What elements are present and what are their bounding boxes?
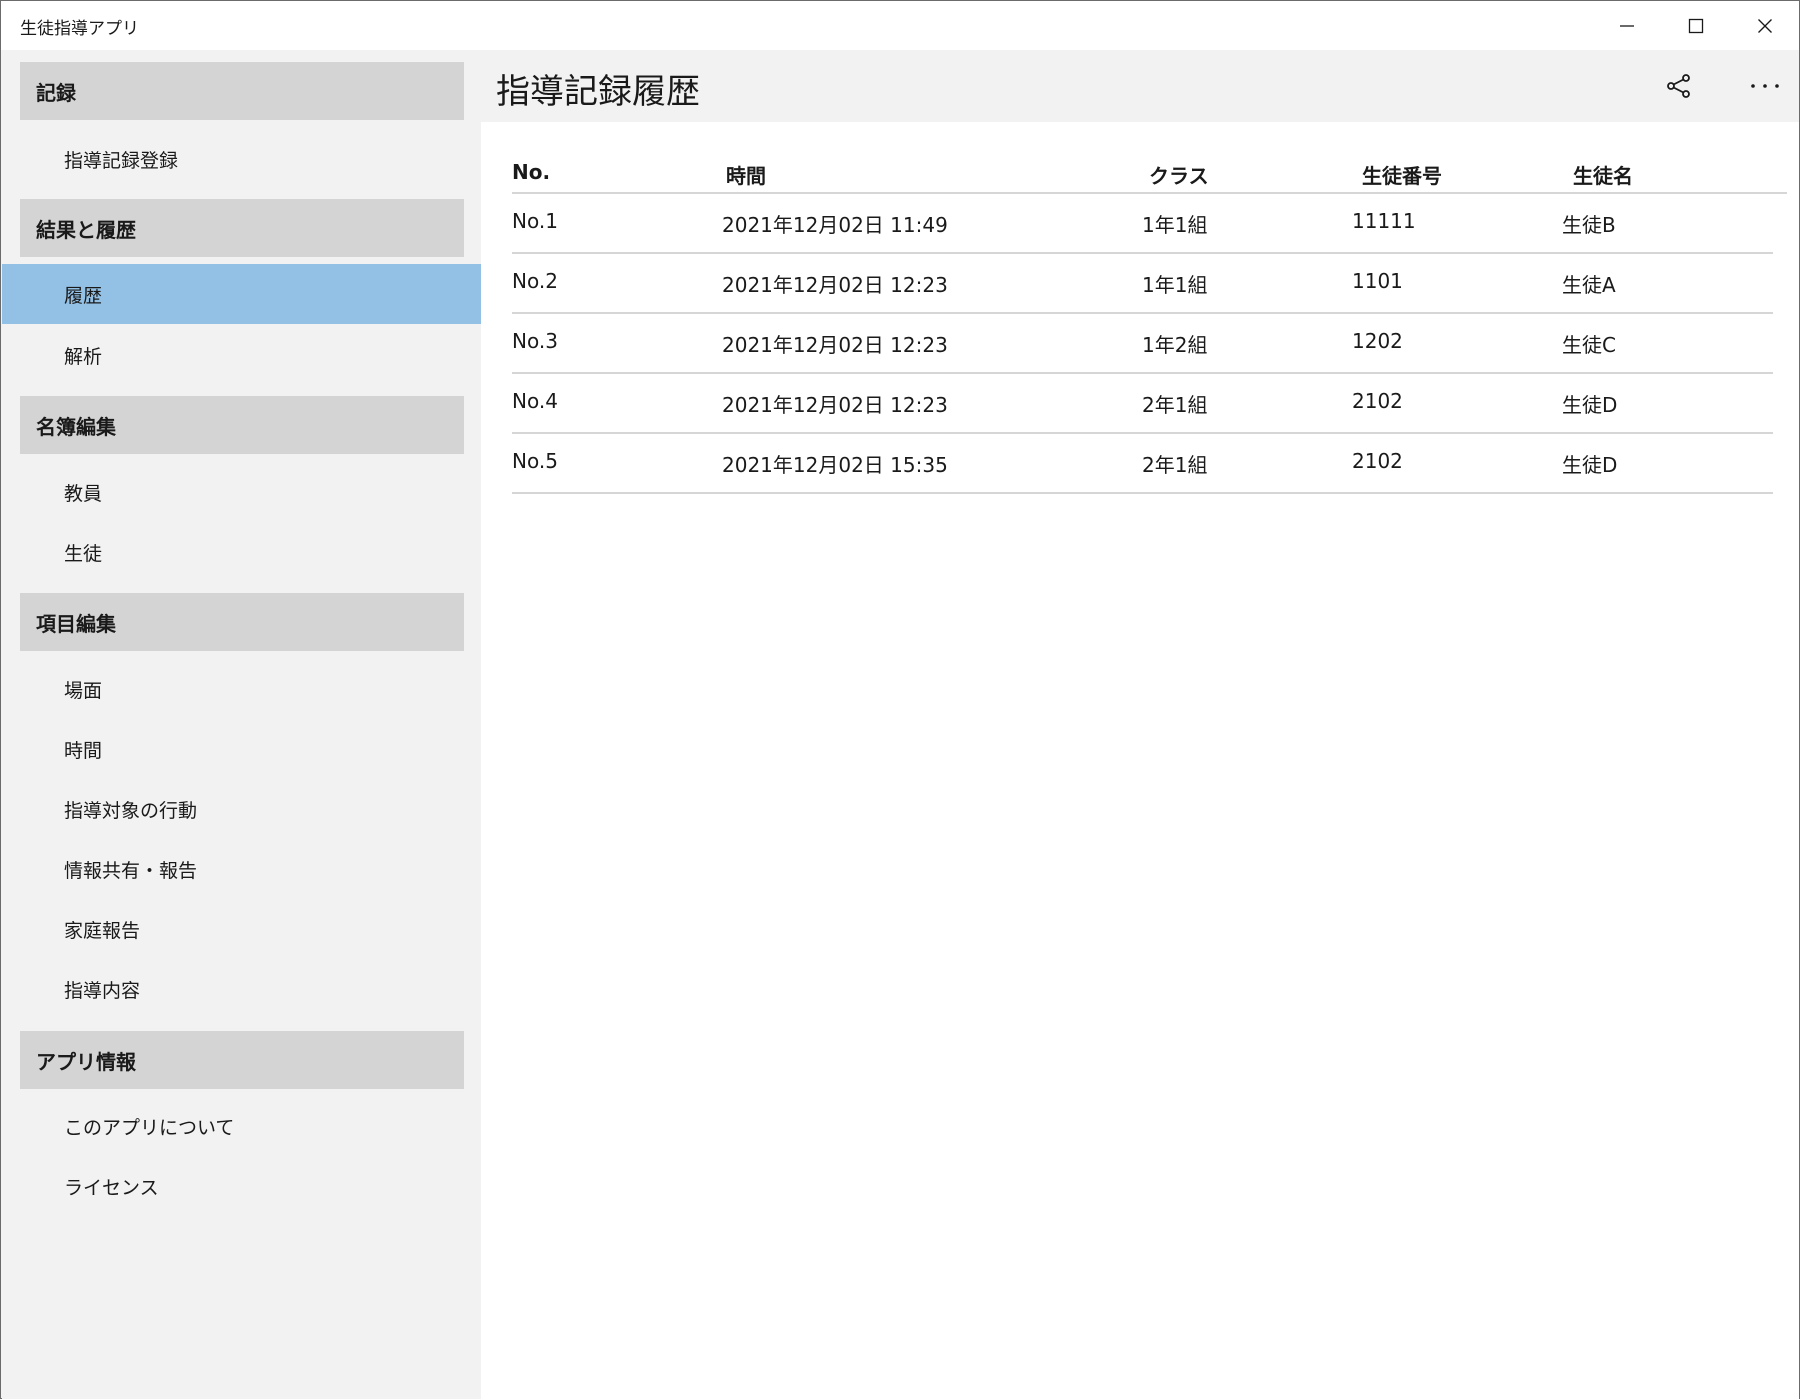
- cell-student-number: 1202: [1352, 329, 1403, 353]
- cell-time: 2021年12月02日 12:23: [722, 273, 948, 297]
- group-header-results-history: 結果と履歴: [20, 199, 464, 257]
- cell-student-number: 1101: [1352, 269, 1403, 293]
- cell-time: 2021年12月02日 11:49: [722, 213, 948, 237]
- share-button[interactable]: [1655, 62, 1703, 110]
- cell-no: No.4: [512, 389, 558, 413]
- group-header-record: 記録: [20, 62, 464, 120]
- minimize-icon: [1620, 24, 1634, 27]
- nav-item-home-report[interactable]: 家庭報告: [2, 899, 481, 959]
- app-window: 生徒指導アプリ 記録 指導記録登録 結果と履歴 履歴 解析 名簿編集 教員 生徒…: [0, 0, 1800, 1399]
- cell-no: No.1: [512, 209, 558, 233]
- nav-item-history[interactable]: 履歴: [2, 264, 481, 324]
- cell-student-number: 2102: [1352, 389, 1403, 413]
- close-icon: [1758, 18, 1772, 33]
- navigation-pane: 記録 指導記録登録 結果と履歴 履歴 解析 名簿編集 教員 生徒 項目編集 場面…: [2, 50, 481, 1399]
- content-pane: 指導記録履歴 No. 時間 クラス 生徒番号 生徒名 No.1 2021年12月…: [481, 50, 1799, 1399]
- column-header-student-number[interactable]: 生徒番号: [1362, 160, 1442, 189]
- nav-item-record-entry[interactable]: 指導記録登録: [2, 129, 481, 189]
- history-table: No. 時間 クラス 生徒番号 生徒名 No.1 2021年12月02日 11:…: [512, 146, 1787, 494]
- app-title: 生徒指導アプリ: [20, 19, 139, 39]
- column-header-no[interactable]: No.: [512, 160, 550, 184]
- cell-student-name: 生徒B: [1562, 213, 1616, 237]
- column-header-class[interactable]: クラス: [1149, 160, 1209, 189]
- table-header: No. 時間 クラス 生徒番号 生徒名: [512, 146, 1787, 194]
- cell-student-name: 生徒D: [1562, 393, 1618, 417]
- cell-no: No.5: [512, 449, 558, 473]
- cell-class: 1年2組: [1142, 333, 1208, 357]
- nav-item-time[interactable]: 時間: [2, 719, 481, 779]
- cell-student-number: 11111: [1352, 209, 1416, 233]
- share-icon: [1667, 74, 1690, 98]
- cell-student-number: 2102: [1352, 449, 1403, 473]
- cell-no: No.3: [512, 329, 558, 353]
- table-row[interactable]: No.2 2021年12月02日 12:23 1年1組 1101 生徒A: [512, 254, 1773, 314]
- title-bar[interactable]: 生徒指導アプリ: [1, 1, 1799, 50]
- cell-no: No.2: [512, 269, 558, 293]
- maximize-button[interactable]: [1662, 1, 1730, 50]
- cell-student-name: 生徒C: [1562, 333, 1616, 357]
- nav-item-about[interactable]: このアプリについて: [2, 1096, 481, 1156]
- cell-time: 2021年12月02日 12:23: [722, 333, 948, 357]
- nav-item-students[interactable]: 生徒: [2, 522, 481, 582]
- cell-class: 1年1組: [1142, 213, 1208, 237]
- cell-student-name: 生徒D: [1562, 453, 1618, 477]
- cell-class: 1年1組: [1142, 273, 1208, 297]
- close-button[interactable]: [1731, 1, 1799, 50]
- nav-item-license[interactable]: ライセンス: [2, 1156, 481, 1216]
- cell-class: 2年1組: [1142, 453, 1208, 477]
- cell-time: 2021年12月02日 15:35: [722, 453, 948, 477]
- maximize-icon: [1688, 18, 1704, 33]
- more-options-button[interactable]: [1741, 62, 1789, 110]
- column-header-time[interactable]: 時間: [726, 160, 766, 189]
- table-row[interactable]: No.5 2021年12月02日 15:35 2年1組 2102 生徒D: [512, 434, 1773, 494]
- group-header-item-edit: 項目編集: [20, 593, 464, 651]
- cell-student-name: 生徒A: [1562, 273, 1616, 297]
- page-header: 指導記録履歴: [481, 50, 1799, 122]
- nav-item-scene[interactable]: 場面: [2, 659, 481, 719]
- nav-item-target-behavior[interactable]: 指導対象の行動: [2, 779, 481, 839]
- more-icon: [1751, 84, 1779, 88]
- table-row[interactable]: No.1 2021年12月02日 11:49 1年1組 11111 生徒B: [512, 194, 1773, 254]
- nav-item-analysis[interactable]: 解析: [2, 325, 481, 385]
- nav-item-teachers[interactable]: 教員: [2, 462, 481, 522]
- page-title: 指導記録履歴: [496, 72, 700, 112]
- minimize-button[interactable]: [1593, 1, 1661, 50]
- column-header-student-name[interactable]: 生徒名: [1573, 160, 1633, 189]
- table-row[interactable]: No.3 2021年12月02日 12:23 1年2組 1202 生徒C: [512, 314, 1773, 374]
- nav-item-guidance-content[interactable]: 指導内容: [2, 959, 481, 1019]
- group-header-roster-edit: 名簿編集: [20, 396, 464, 454]
- table-row[interactable]: No.4 2021年12月02日 12:23 2年1組 2102 生徒D: [512, 374, 1773, 434]
- cell-time: 2021年12月02日 12:23: [722, 393, 948, 417]
- cell-class: 2年1組: [1142, 393, 1208, 417]
- nav-item-info-sharing[interactable]: 情報共有・報告: [2, 839, 481, 899]
- group-header-app-info: アプリ情報: [20, 1031, 464, 1089]
